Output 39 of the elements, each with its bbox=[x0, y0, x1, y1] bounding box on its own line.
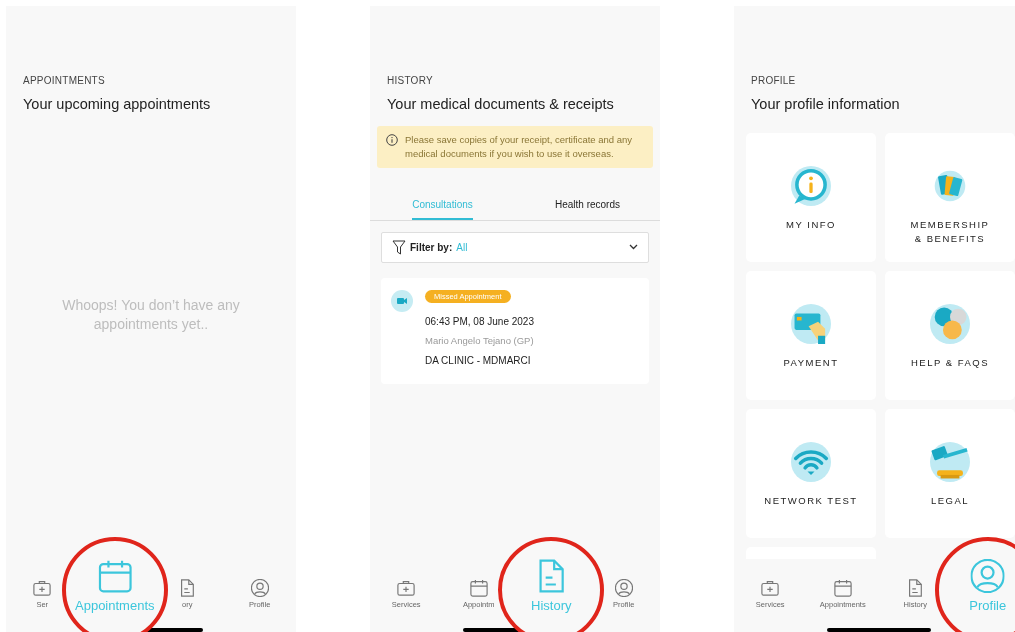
filter-dropdown[interactable]: Filter by: All bbox=[381, 231, 649, 263]
profile-tile[interactable]: MY INFO bbox=[746, 132, 876, 262]
calendar-icon bbox=[833, 579, 852, 597]
notice-text: Please save copies of your receipt, certificate and any medical documents if you wish to use it overseas. bbox=[405, 132, 634, 161]
profile-tile[interactable]: LEGAL bbox=[885, 408, 1015, 538]
appointment-datetime: 06:43 PM, 08 June 2023 bbox=[425, 315, 534, 329]
credit-card-hand-icon bbox=[791, 303, 831, 344]
info-bubble-icon bbox=[791, 165, 831, 206]
document-icon bbox=[178, 579, 197, 597]
clinic-name: DA CLINIC - MDMARCI bbox=[425, 354, 531, 369]
profile-icon bbox=[970, 559, 1005, 593]
info-icon bbox=[386, 133, 398, 146]
video-camera-icon bbox=[391, 289, 413, 312]
profile-tile[interactable]: PAYMENT bbox=[746, 270, 876, 400]
profile-icon bbox=[250, 579, 269, 597]
wifi-icon bbox=[791, 441, 831, 482]
medical-bag-icon bbox=[33, 579, 52, 597]
speech-bubbles-icon bbox=[930, 303, 970, 344]
screen-title: Your upcoming appointments bbox=[23, 95, 212, 114]
document-icon bbox=[906, 579, 925, 597]
filter-icon bbox=[392, 239, 406, 255]
profile-tile[interactable]: MEMBERSHIP & BENEFITS bbox=[885, 132, 1015, 262]
profile-icon bbox=[614, 579, 633, 597]
profile-tile[interactable]: HELP & FAQS bbox=[885, 270, 1015, 400]
medical-bag-icon bbox=[761, 579, 780, 597]
section-label: APPOINTMENTS bbox=[23, 74, 106, 88]
doctor-name: Mario Angelo Tejano (GP) bbox=[425, 334, 534, 348]
calendar-icon bbox=[97, 559, 132, 593]
segment-tab[interactable]: Health records bbox=[555, 196, 620, 220]
section-label: HISTORY bbox=[387, 74, 434, 88]
calendar-icon bbox=[469, 579, 488, 597]
chevron-down-icon bbox=[629, 244, 638, 251]
medical-bag-icon bbox=[397, 579, 416, 597]
section-label: PROFILE bbox=[751, 74, 797, 88]
empty-message: Whoops! You don’t have any appointments yet.. bbox=[61, 296, 241, 335]
screen-title: Your medical documents & receipts bbox=[387, 95, 615, 114]
screen-title: Your profile information bbox=[751, 95, 901, 114]
gavel-icon bbox=[930, 441, 970, 482]
profile-tile[interactable]: NETWORK TEST bbox=[746, 408, 876, 538]
